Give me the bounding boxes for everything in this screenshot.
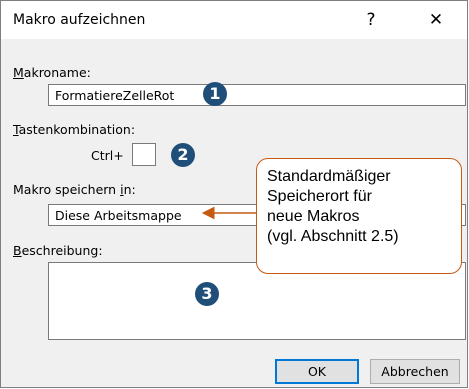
callout-line: (vgl. Abschnitt 2.5) [267,228,399,245]
callout-line: Speicherort für [267,188,372,205]
callout-line: Standardmäßiger [267,168,391,185]
default-location-callout: Standardmäßiger Speicherort für neue Mak… [256,158,462,274]
callout-line: neue Makros [267,208,360,225]
